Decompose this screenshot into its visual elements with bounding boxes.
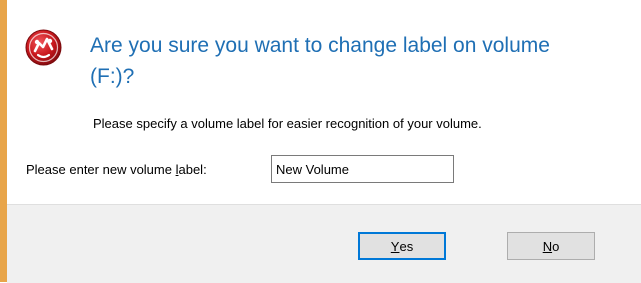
dialog-button-bar: Yes No [7, 204, 641, 283]
volume-label-input[interactable] [271, 155, 454, 183]
field-label-prefix: Please enter new volume [26, 162, 176, 177]
volume-label-icon [25, 29, 62, 66]
window-frame-left-edge [0, 0, 7, 282]
dialog-title: Are you sure you want to change label on… [90, 34, 550, 88]
yes-mnemonic: Y [390, 238, 400, 254]
field-label-suffix: abel: [178, 162, 207, 177]
yes-button[interactable]: Yes [358, 232, 446, 260]
no-button[interactable]: No [507, 232, 595, 260]
no-label-rest: o [552, 238, 560, 254]
yes-label-rest: es [399, 238, 414, 254]
no-mnemonic: N [542, 238, 553, 254]
change-label-dialog: Are you sure you want to change label on… [7, 0, 641, 283]
dialog-description: Please specify a volume label for easier… [93, 116, 482, 131]
volume-label-field-label: Please enter new volume label: [26, 162, 207, 177]
